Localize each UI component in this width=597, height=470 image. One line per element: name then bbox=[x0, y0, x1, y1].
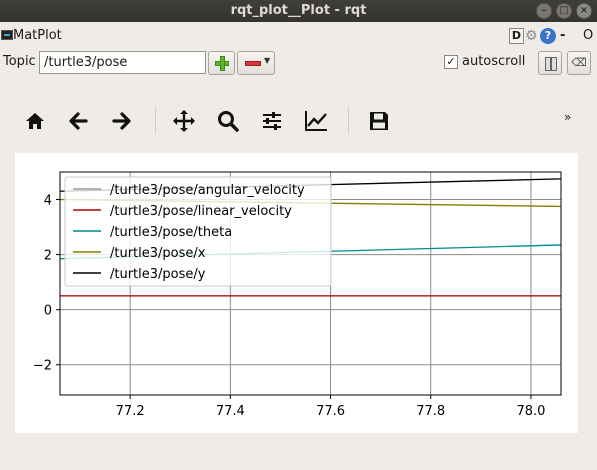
back-arrow-icon[interactable] bbox=[62, 104, 94, 138]
y-tick-label: 0 bbox=[44, 304, 52, 319]
maximize-window-button[interactable]: □ bbox=[556, 3, 572, 19]
legend-entry: /turtle3/pose/x bbox=[110, 246, 206, 261]
legend-entry: /turtle3/pose/angular_velocity bbox=[110, 183, 305, 198]
topic-input[interactable]: /turtle3/pose bbox=[39, 51, 206, 74]
toolbar-separator bbox=[348, 108, 349, 134]
clear-button[interactable]: ⌫ bbox=[567, 51, 591, 75]
edit-axis-icon[interactable] bbox=[300, 104, 332, 138]
pan-move-icon[interactable] bbox=[168, 104, 200, 138]
x-tick-label: 78.0 bbox=[516, 404, 545, 419]
line-chart: 77.2 77.4 77.6 77.8 78.0 −2 0 2 4/turtle3/pose/a… bbox=[33, 171, 562, 419]
pause-button[interactable] bbox=[538, 51, 562, 75]
chevron-down-icon: ▼ bbox=[264, 56, 271, 65]
remove-topic-button[interactable]: ▼ bbox=[237, 51, 275, 75]
autoscroll-label: autoscroll bbox=[462, 54, 526, 69]
minimize-window-button[interactable]: – bbox=[536, 3, 552, 19]
y-tick-label: 2 bbox=[44, 249, 52, 264]
plugin-title: MatPlot bbox=[13, 28, 62, 43]
legend-entry: /turtle3/pose/y bbox=[110, 267, 206, 282]
gear-icon[interactable]: ⚙ bbox=[525, 28, 541, 44]
dock-toggle-button[interactable]: D bbox=[509, 28, 524, 44]
legend-entry: /turtle3/pose/theta bbox=[110, 225, 232, 240]
window-title: rqt_plot__Plot - rqt bbox=[230, 3, 367, 18]
help-icon[interactable]: ? bbox=[540, 28, 556, 44]
minus-icon bbox=[245, 61, 261, 66]
more-tools-button[interactable]: » bbox=[564, 110, 571, 124]
autoscroll-checkbox[interactable]: ✓ bbox=[444, 55, 458, 69]
x-tick-label: 77.8 bbox=[416, 404, 445, 419]
topic-row: Topic /turtle3/pose ▼ ✓ autoscroll ⌫ bbox=[0, 50, 597, 76]
home-icon[interactable] bbox=[19, 104, 51, 138]
y-tick-label: −2 bbox=[33, 359, 52, 374]
matplotlib-toolbar: » bbox=[0, 104, 597, 140]
configure-subplots-icon[interactable] bbox=[256, 104, 288, 138]
x-tick-label: 77.2 bbox=[116, 404, 145, 419]
toolbar-separator bbox=[155, 108, 156, 134]
window-titlebar: rqt_plot__Plot - rqt – □ × bbox=[0, 0, 597, 22]
legend-entry: /turtle3/pose/linear_velocity bbox=[110, 204, 292, 219]
minimize-plugin-button[interactable]: - bbox=[560, 28, 565, 43]
x-tick-label: 77.6 bbox=[316, 404, 345, 419]
zoom-icon[interactable] bbox=[212, 104, 244, 138]
plugin-header: MatPlot D ⚙ ? - O bbox=[0, 26, 597, 46]
close-plugin-button[interactable]: O bbox=[583, 28, 593, 43]
add-topic-button[interactable] bbox=[208, 51, 235, 75]
forward-arrow-icon[interactable] bbox=[106, 104, 138, 138]
save-icon[interactable] bbox=[363, 104, 395, 138]
matplot-plugin-icon bbox=[1, 30, 13, 40]
plot-canvas[interactable]: 77.2 77.4 77.6 77.8 78.0 −2 0 2 4/turtle3/pose/a… bbox=[15, 153, 578, 433]
close-window-button[interactable]: × bbox=[576, 3, 592, 19]
x-tick-label: 77.4 bbox=[216, 404, 245, 419]
topic-label: Topic bbox=[3, 54, 36, 69]
y-tick-label: 4 bbox=[44, 194, 52, 209]
